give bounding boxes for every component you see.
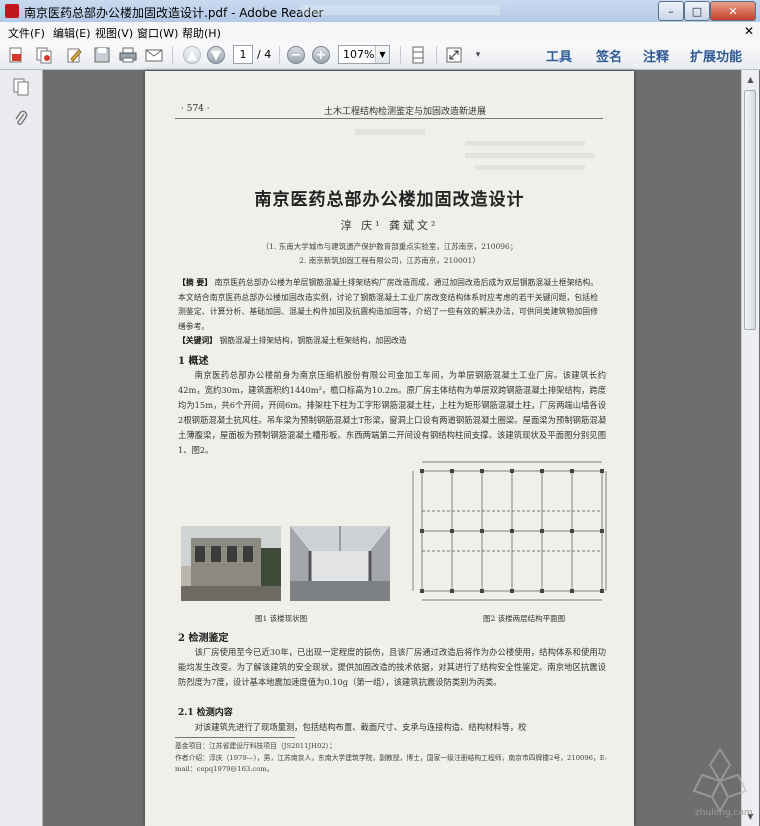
email-icon[interactable] — [144, 45, 164, 65]
page-view-icon[interactable] — [408, 45, 428, 65]
header-rule — [175, 118, 603, 119]
edit-document-icon[interactable] — [64, 45, 84, 65]
comment-link[interactable]: 注释 — [643, 46, 669, 65]
keywords-text: 钢筋混凝土排架结构，钢筋混凝土框架结构，加固改造 — [219, 336, 407, 345]
section-2-1-heading: 2.1 检测内容 — [178, 708, 233, 718]
toolbar-options-icon[interactable]: ▾ — [468, 45, 488, 65]
toolbar-separator — [279, 46, 280, 64]
combine-files-icon[interactable] — [34, 45, 54, 65]
figure-2-caption: 图2 该楼两层结构平面图 — [483, 614, 566, 623]
section-1-heading: 1 概述 — [178, 356, 209, 367]
affiliation-2: 2. 南京新筑加固工程有限公司，江苏南京，210001） — [299, 256, 480, 265]
save-icon[interactable] — [92, 45, 112, 65]
toolbar-separator — [400, 46, 401, 64]
zoom-out-button[interactable]: − — [287, 46, 305, 64]
attachments-icon[interactable] — [13, 110, 29, 128]
menu-file[interactable]: 文件(F) — [8, 25, 45, 41]
previous-page-button[interactable]: ▲ — [183, 46, 201, 64]
close-document-icon[interactable]: ✕ — [744, 24, 754, 38]
bleed-through-text — [355, 129, 425, 135]
close-button[interactable]: ✕ — [710, 1, 756, 21]
maximize-button[interactable]: □ — [684, 1, 710, 21]
figure-1-caption: 图1 该楼现状图 — [255, 614, 308, 623]
footnote-rule — [175, 737, 295, 738]
structural-plan-drawing — [407, 456, 612, 606]
zoom-value: 107% — [343, 48, 375, 61]
fullscreen-icon[interactable] — [444, 45, 464, 65]
page-number-header: · 574 · — [181, 104, 210, 114]
document-page: · 574 · 土木工程结构检测鉴定与加固改造新进展 南京医药总部办公楼加固改造… — [145, 71, 634, 826]
next-page-button[interactable]: ▼ — [207, 46, 225, 64]
print-icon[interactable] — [118, 45, 138, 65]
keywords-paragraph: 【关键词】 钢筋混凝土排架结构，钢筋混凝土框架结构，加固改造 — [178, 335, 598, 346]
menu-help[interactable]: 帮助(H) — [182, 25, 221, 41]
building-interior-photo — [290, 526, 390, 601]
scrollbar-thumb[interactable] — [744, 90, 756, 330]
chevron-down-icon[interactable]: ▼ — [375, 46, 389, 63]
extended-link[interactable]: 扩展功能 — [690, 46, 742, 65]
sign-link[interactable]: 签名 — [596, 46, 622, 65]
window-title: 南京医药总部办公楼加固改造设计.pdf - Adobe Reader — [24, 6, 324, 20]
paper-authors: 淳 庆¹ 龚斌文² — [340, 219, 439, 232]
footnote-author: 作者介绍：淳庆（1979—），男，江苏南京人，东南大学建筑学院，副教授，博士，国… — [175, 754, 608, 773]
create-pdf-icon[interactable] — [6, 45, 26, 65]
paper-title: 南京医药总部办公楼加固改造设计 — [254, 190, 525, 210]
watermark-text: zhulong.com — [695, 808, 753, 818]
section-1-body: 南京医药总部办公楼前身为南京压缩机股份有限公司金加工车间，为单层钢筋混凝土工业厂… — [178, 370, 606, 455]
section-2-body: 该厂房使用至今已近30年，已出现一定程度的损伤，且该厂房通过改造后将作为办公楼使… — [178, 647, 606, 687]
title-bar: 南京医药总部办公楼加固改造设计.pdf - Adobe Reader – □ ✕ — [0, 0, 760, 23]
bleed-through-text — [465, 153, 595, 158]
minimize-button[interactable]: – — [658, 1, 684, 21]
abstract-paragraph: 【摘 要】 南京医药总部办公楼为单层钢筋混凝土排架结构厂房改造而成，通过加固改造… — [178, 276, 598, 334]
scroll-up-arrow-icon[interactable]: ▲ — [743, 72, 758, 87]
abstract-label: 【摘 要】 — [178, 278, 213, 287]
vertical-scrollbar[interactable]: ▲ ▼ — [741, 70, 759, 826]
section-2-1-body: 对该建筑先进行了现场量测，包括结构布置、截面尺寸、支承与连接构造、结构材料等，校 — [194, 722, 527, 732]
menu-bar: 文件(F) 编辑(E) 视图(V) 窗口(W) 帮助(H) ✕ — [0, 22, 760, 42]
navigation-pane — [0, 70, 43, 826]
section-2-heading: 2 检测鉴定 — [178, 633, 229, 644]
footnote-funding: 基金项目：江苏省建设厅科技项目（JS2011JH02）； — [175, 742, 336, 750]
bleed-through-text — [475, 165, 585, 170]
title-bar-blur — [300, 5, 500, 15]
tools-link[interactable]: 工具 — [546, 46, 572, 65]
page-number-input[interactable]: 1 — [233, 45, 253, 64]
page-total: / 4 — [257, 48, 272, 61]
keywords-label: 【关键词】 — [178, 336, 217, 345]
building-exterior-photo — [181, 526, 281, 601]
menu-edit[interactable]: 编辑(E) — [53, 25, 91, 41]
abstract-text: 南京医药总部办公楼为单层钢筋混凝土排架结构厂房改造而成，通过加固改造后成为双层钢… — [178, 278, 598, 331]
adobe-reader-icon — [5, 4, 19, 18]
zoom-in-button[interactable]: + — [312, 46, 330, 64]
menu-view[interactable]: 视图(V) — [95, 25, 133, 41]
menu-window[interactable]: 窗口(W) — [137, 25, 178, 41]
toolbar-separator — [436, 46, 437, 64]
affiliation-1: （1. 东南大学城市与建筑遗产保护教育部重点实验室，江苏南京，210096； — [261, 242, 518, 251]
zoom-select[interactable]: 107% ▼ — [338, 45, 390, 64]
toolbar-separator — [172, 46, 173, 64]
zhulong-watermark-logo — [690, 745, 750, 815]
bleed-through-text — [465, 141, 585, 146]
page-thumbnails-icon[interactable] — [13, 78, 29, 96]
running-header: 土木工程结构检测鉴定与加固改造新进展 — [323, 107, 486, 117]
